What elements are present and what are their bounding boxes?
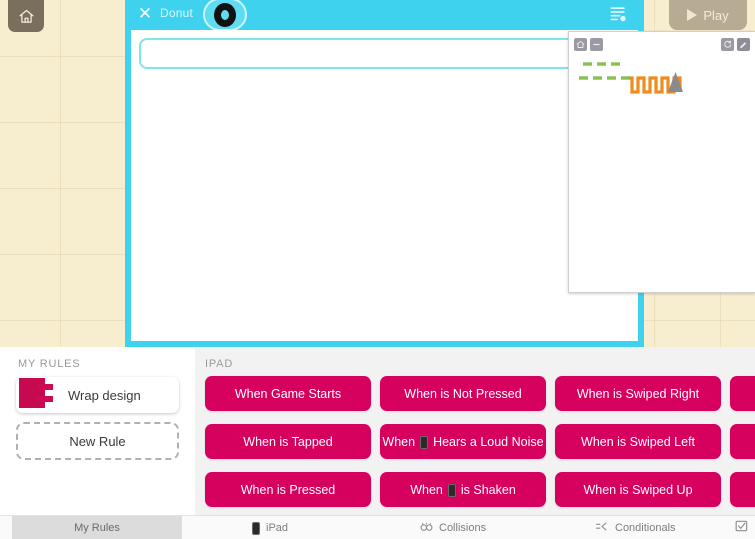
document-list-icon[interactable]	[608, 4, 628, 24]
play-button-label: Play	[703, 7, 729, 23]
rule-button-label: is Shaken	[460, 482, 516, 497]
rule-button-is-shaken[interactable]: When is Shaken	[380, 472, 546, 507]
tab-collisions-label: Collisions	[439, 521, 487, 534]
play-triangle-icon	[687, 9, 698, 21]
rule-button-offscreen[interactable]	[730, 424, 755, 459]
square-wave-artwork	[579, 62, 683, 94]
close-icon[interactable]: ✕	[136, 5, 154, 23]
rules-browser-panel: MY RULES IPAD Wrap design New Rule When …	[0, 347, 755, 539]
rule-button-label: When is Not Pressed	[404, 386, 522, 401]
new-rule-label: New Rule	[69, 433, 126, 449]
rule-button-when-is-swiped-up[interactable]: When is Swiped Up	[555, 472, 721, 507]
rule-button-hears-a-loud-noise[interactable]: When Hears a Loud Noise	[380, 424, 546, 459]
tab-conditionals-label: Conditionals	[615, 521, 676, 534]
tab-collisions[interactable]: Collisions	[420, 516, 486, 539]
editor-titlebar: ✕ Donut	[125, 0, 644, 31]
object-avatar[interactable]	[203, 0, 247, 31]
tab-more[interactable]	[735, 516, 749, 539]
rule-button-when-is-swiped-right[interactable]: When is Swiped Right	[555, 376, 721, 411]
rule-button-when-is-swiped-left[interactable]: When is Swiped Left	[555, 424, 721, 459]
rule-button-prefix: When	[382, 434, 416, 449]
donut-ring-icon	[214, 2, 236, 27]
preview-panel[interactable]	[568, 31, 755, 293]
object-editor-frame: ✕ Donut	[125, 0, 644, 347]
rule-canvas	[131, 30, 638, 341]
reload-icon[interactable]	[721, 38, 734, 51]
tab-conditionals[interactable]: Conditionals	[595, 516, 676, 539]
tab-ipad[interactable]: iPad	[252, 516, 288, 539]
pencil-edit-icon[interactable]	[737, 38, 750, 51]
rule-button-prefix: When	[410, 482, 443, 497]
rule-button-offscreen[interactable]	[730, 472, 755, 507]
new-rule-button[interactable]: New Rule	[16, 422, 179, 460]
rule-name-input[interactable]	[139, 38, 630, 69]
rule-button-when-is-tapped[interactable]: When is Tapped	[205, 424, 371, 459]
rule-button-label: When is Pressed	[240, 482, 336, 497]
bottom-tab-bar: My Rules iPad Collisions Conditionals	[0, 515, 755, 539]
tab-ipad-label: iPad	[266, 521, 289, 534]
rule-button-offscreen[interactable]	[730, 376, 755, 411]
rule-button-label: When Game Starts	[234, 386, 342, 401]
home-icon	[18, 8, 35, 25]
ipad-device-icon	[447, 484, 456, 497]
rule-card-label: Wrap design	[68, 387, 141, 403]
checkbox-icon	[735, 520, 749, 535]
ipad-device-icon	[252, 522, 260, 535]
rule-button-label: When is Swiped Left	[581, 434, 695, 449]
puzzle-piece-icon	[19, 378, 53, 408]
ipad-device-icon	[420, 436, 429, 449]
minimize-icon[interactable]	[590, 38, 603, 51]
rule-card-wrap-design[interactable]: Wrap design	[16, 377, 179, 413]
rule-button-when-is-not-pressed[interactable]: When is Not Pressed	[380, 376, 546, 411]
my-rules-header: MY RULES	[18, 358, 81, 370]
rule-button-label: When is Tapped	[243, 434, 333, 449]
tab-my-rules-label: My Rules	[74, 521, 120, 534]
home-icon[interactable]	[574, 38, 587, 51]
rule-button-when-game-starts[interactable]: When Game Starts	[205, 376, 371, 411]
rule-button-when-is-pressed[interactable]: When is Pressed	[205, 472, 371, 507]
object-name-label: Donut	[160, 6, 194, 20]
rule-button-label: When is Swiped Right	[576, 386, 700, 401]
rule-button-label: Hears a Loud Noise	[433, 434, 544, 449]
conditionals-icon	[595, 521, 609, 535]
tab-my-rules[interactable]: My Rules	[12, 516, 182, 539]
play-button[interactable]: Play	[669, 0, 747, 30]
ipad-section-header: IPAD	[205, 358, 234, 370]
rule-button-label: When is Swiped Up	[583, 482, 693, 497]
home-button[interactable]	[8, 0, 44, 32]
collisions-icon	[420, 521, 433, 535]
